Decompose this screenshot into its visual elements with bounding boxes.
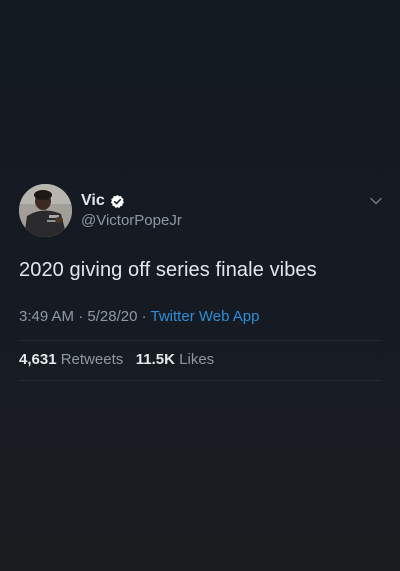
likes-count: 11.5K — [135, 351, 175, 368]
meta-separator: · — [78, 308, 84, 325]
tweet-stats: 4,631 Retweets 11.5K Likes — [19, 351, 214, 368]
likes-stat[interactable]: 11.5K Likes — [136, 351, 214, 368]
verified-badge-icon — [110, 194, 125, 209]
author-name-row[interactable]: Vic — [81, 192, 125, 210]
divider — [19, 340, 381, 341]
avatar[interactable] — [19, 184, 72, 237]
retweets-label: Retweets — [60, 351, 124, 368]
likes-label: Likes — [179, 351, 215, 368]
divider — [19, 380, 381, 381]
tweet-text: 2020 giving off series finale vibes — [19, 259, 317, 281]
meta-separator: · — [141, 308, 147, 325]
tweet-time[interactable]: 3:49 AM — [19, 308, 74, 325]
tweet-date[interactable]: 5/28/20 — [87, 308, 137, 325]
retweets-stat[interactable]: 4,631 Retweets — [19, 351, 127, 368]
tweet-card: Vic @VictorPopeJr 2020 giving off series… — [0, 180, 400, 381]
display-name[interactable]: Vic — [81, 192, 105, 210]
retweets-count: 4,631 — [19, 351, 57, 368]
tweet-header: Vic @VictorPopeJr — [0, 180, 400, 242]
tweet-meta: 3:49 AM · 5/28/20 · Twitter Web App — [19, 308, 259, 325]
tweet-source-link[interactable]: Twitter Web App — [151, 308, 260, 325]
author-handle[interactable]: @VictorPopeJr — [81, 212, 182, 229]
chevron-down-icon[interactable] — [369, 194, 383, 208]
